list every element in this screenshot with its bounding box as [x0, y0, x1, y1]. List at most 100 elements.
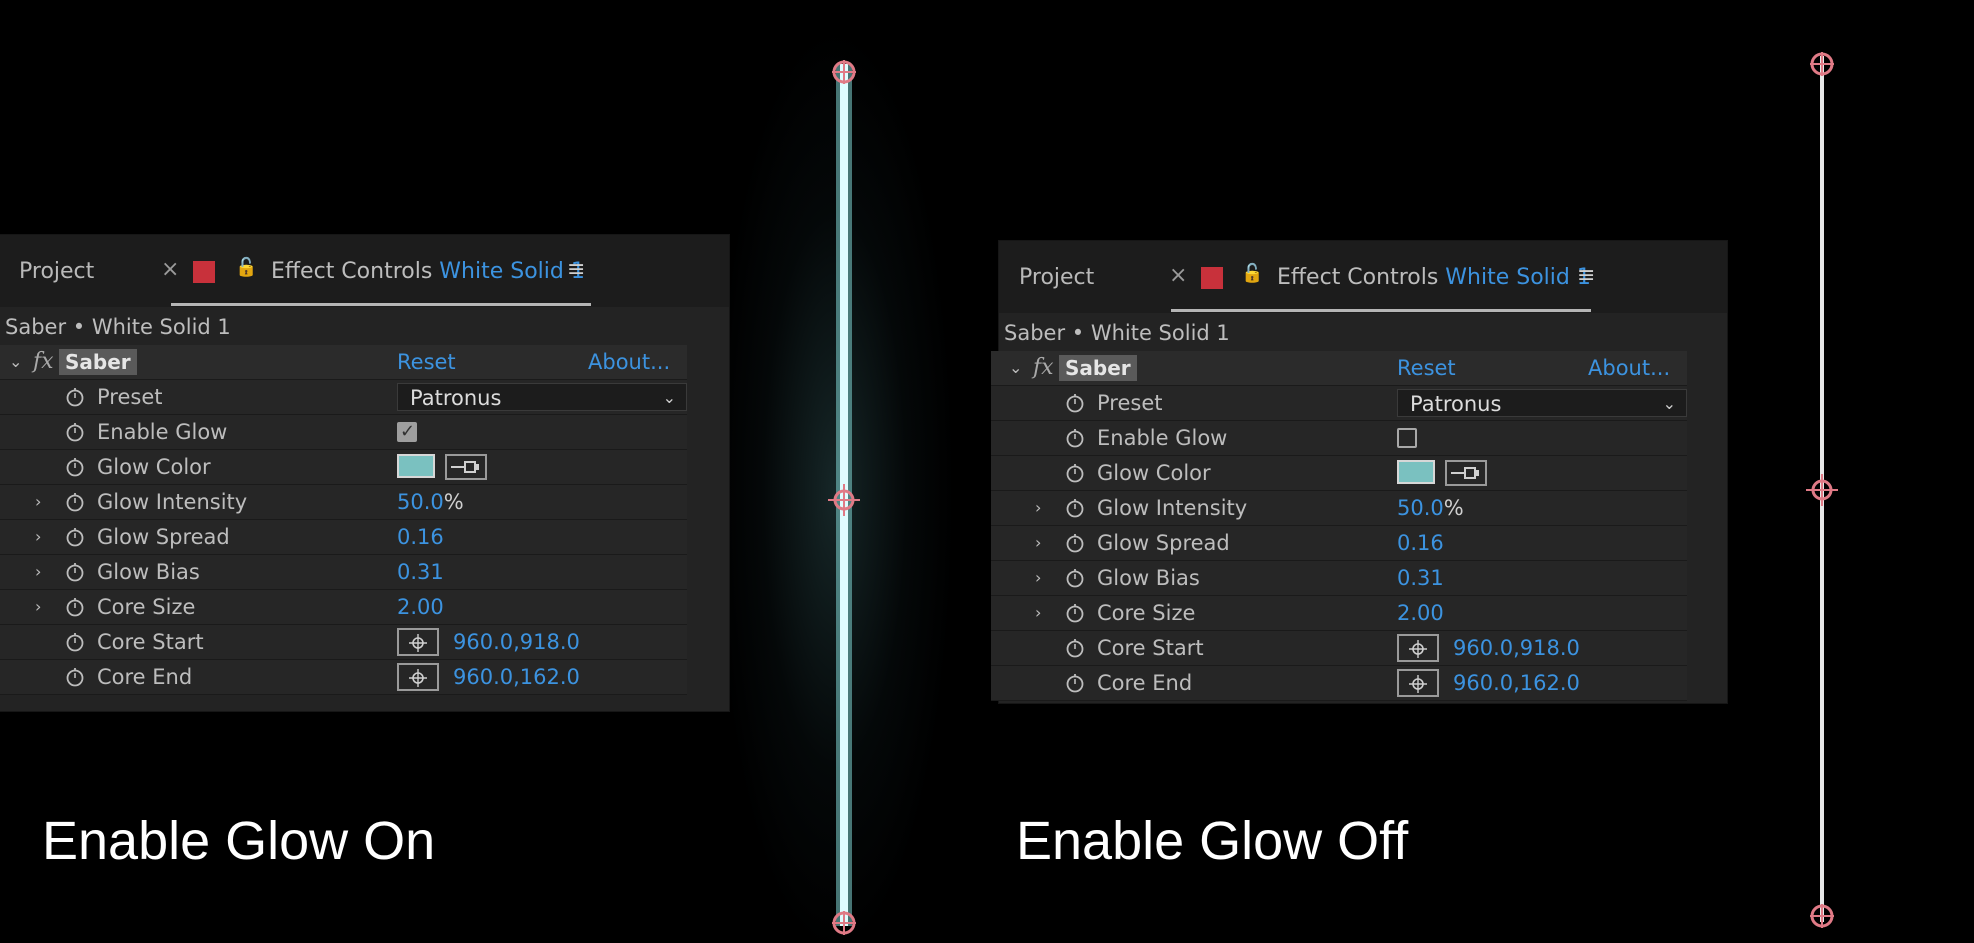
panel-tab-bar: Project × 🔓 Effect Controls White Solid …	[0, 235, 729, 307]
effect-name[interactable]: Saber	[1059, 355, 1137, 381]
glow-bias-value[interactable]: 0.31	[397, 555, 444, 589]
about-button[interactable]: About...	[588, 345, 670, 379]
tab-effect-controls[interactable]: Effect Controls White Solid 1	[271, 259, 585, 284]
stopwatch-icon[interactable]	[1065, 498, 1085, 518]
core-start-value[interactable]: 960.0,918.0	[1453, 631, 1580, 665]
param-row-core-end: Core End 960.0,162.0	[0, 660, 687, 695]
point-picker-button[interactable]	[1397, 669, 1439, 697]
chevron-down-icon[interactable]: ⌄	[9, 345, 22, 379]
param-label: Preset	[97, 385, 163, 409]
percent-unit: %	[1443, 496, 1464, 520]
param-label: Core Start	[97, 630, 204, 654]
param-row-enable-glow: Enable Glow	[991, 421, 1687, 456]
chevron-right-icon[interactable]: ›	[1035, 491, 1041, 525]
param-label: Enable Glow	[1097, 426, 1228, 450]
stopwatch-icon[interactable]	[1065, 603, 1085, 623]
chevron-right-icon[interactable]: ›	[35, 555, 41, 589]
tab-project[interactable]: Project	[19, 259, 94, 284]
glow-bias-value[interactable]: 0.31	[1397, 561, 1444, 595]
stopwatch-icon[interactable]	[65, 632, 85, 652]
fx-icon[interactable]: fx	[33, 345, 54, 379]
enable-glow-checkbox[interactable]	[397, 415, 417, 449]
reset-button[interactable]: Reset	[1397, 351, 1456, 385]
chevron-right-icon[interactable]: ›	[35, 485, 41, 519]
chevron-right-icon[interactable]: ›	[35, 590, 41, 624]
stopwatch-icon[interactable]	[1065, 638, 1085, 658]
point-picker-button[interactable]	[1397, 634, 1439, 662]
stopwatch-icon[interactable]	[65, 422, 85, 442]
close-icon[interactable]: ×	[161, 257, 179, 282]
point-picker-button[interactable]	[397, 663, 439, 691]
preset-dropdown[interactable]: Patronus ⌄	[397, 383, 687, 411]
core-end-value[interactable]: 960.0,162.0	[453, 660, 580, 694]
chevron-right-icon[interactable]: ›	[1035, 596, 1041, 630]
percent-unit: %	[443, 490, 464, 514]
glow-intensity-value[interactable]: 50.0%	[1397, 491, 1464, 525]
effect-controls-panel-glow-on: Project × 🔓 Effect Controls White Solid …	[0, 234, 730, 712]
stopwatch-icon[interactable]	[65, 597, 85, 617]
center-handle-right[interactable]	[1806, 474, 1838, 506]
param-row-core-start: Core Start 960.0,918.0	[0, 625, 687, 660]
core-end-handle-right[interactable]	[1808, 50, 1836, 78]
core-end-handle-left[interactable]	[830, 58, 858, 86]
param-label: Enable Glow	[97, 420, 228, 444]
glow-color-swatch[interactable]	[1397, 460, 1435, 484]
core-start-value[interactable]: 960.0,918.0	[453, 625, 580, 659]
stopwatch-icon[interactable]	[1065, 393, 1085, 413]
chevron-right-icon[interactable]: ›	[1035, 526, 1041, 560]
chevron-right-icon[interactable]: ›	[1035, 561, 1041, 595]
chevron-down-icon[interactable]: ⌄	[1009, 351, 1022, 385]
stopwatch-icon[interactable]	[1065, 568, 1085, 588]
active-tab-underline	[1171, 309, 1591, 312]
reset-button[interactable]: Reset	[397, 345, 456, 379]
stopwatch-icon[interactable]	[1065, 428, 1085, 448]
param-row-glow-bias: › Glow Bias 0.31	[0, 555, 687, 590]
core-size-value[interactable]: 2.00	[397, 590, 444, 624]
core-start-handle-left[interactable]	[830, 909, 858, 937]
stopwatch-icon[interactable]	[1065, 463, 1085, 483]
lock-icon[interactable]: 🔓	[1241, 263, 1263, 284]
close-icon[interactable]: ×	[1169, 263, 1187, 288]
eyedropper-button[interactable]	[445, 454, 487, 480]
stopwatch-icon[interactable]	[65, 492, 85, 512]
chevron-right-icon[interactable]: ›	[35, 520, 41, 554]
tab-project[interactable]: Project	[1019, 265, 1094, 290]
lock-icon[interactable]: 🔓	[235, 257, 257, 278]
crosshair-icon	[1409, 675, 1427, 693]
core-end-value[interactable]: 960.0,162.0	[1453, 666, 1580, 700]
glow-spread-value[interactable]: 0.16	[1397, 526, 1444, 560]
crosshair-icon	[1409, 640, 1427, 658]
glow-spread-value[interactable]: 0.16	[397, 520, 444, 554]
glow-color-swatch[interactable]	[397, 454, 435, 478]
stopwatch-icon[interactable]	[65, 457, 85, 477]
tab-effect-label: Effect Controls	[1277, 265, 1439, 290]
effect-name[interactable]: Saber	[59, 349, 137, 375]
param-label: Glow Intensity	[97, 490, 248, 514]
core-size-value[interactable]: 2.00	[1397, 596, 1444, 630]
tab-layer-name: White Solid 1	[439, 259, 585, 284]
tab-effect-controls[interactable]: Effect Controls White Solid 1	[1277, 265, 1591, 290]
center-handle-left[interactable]	[828, 484, 860, 516]
glow-intensity-value[interactable]: 50.0%	[397, 485, 464, 519]
core-start-handle-right[interactable]	[1808, 902, 1836, 930]
param-label: Glow Intensity	[1097, 496, 1248, 520]
fx-icon[interactable]: fx	[1033, 351, 1054, 385]
stopwatch-icon[interactable]	[65, 527, 85, 547]
breadcrumb: Saber • White Solid 1	[5, 315, 231, 339]
stopwatch-icon[interactable]	[65, 667, 85, 687]
about-button[interactable]: About...	[1588, 351, 1670, 385]
effect-header-row: ⌄ fx Saber Reset About...	[991, 351, 1687, 386]
point-picker-button[interactable]	[397, 628, 439, 656]
panel-menu-icon[interactable]: ≡	[567, 257, 585, 282]
stopwatch-icon[interactable]	[1065, 533, 1085, 553]
stopwatch-icon[interactable]	[65, 562, 85, 582]
preset-dropdown[interactable]: Patronus ⌄	[1397, 389, 1687, 417]
chevron-down-icon: ⌄	[662, 388, 676, 407]
param-row-glow-spread: › Glow Spread 0.16	[991, 526, 1687, 561]
caption-glow-on: Enable Glow On	[42, 811, 436, 871]
stopwatch-icon[interactable]	[65, 387, 85, 407]
stopwatch-icon[interactable]	[1065, 673, 1085, 693]
panel-menu-icon[interactable]: ≡	[1577, 263, 1595, 288]
enable-glow-checkbox[interactable]	[1397, 428, 1417, 448]
eyedropper-button[interactable]	[1445, 460, 1487, 486]
